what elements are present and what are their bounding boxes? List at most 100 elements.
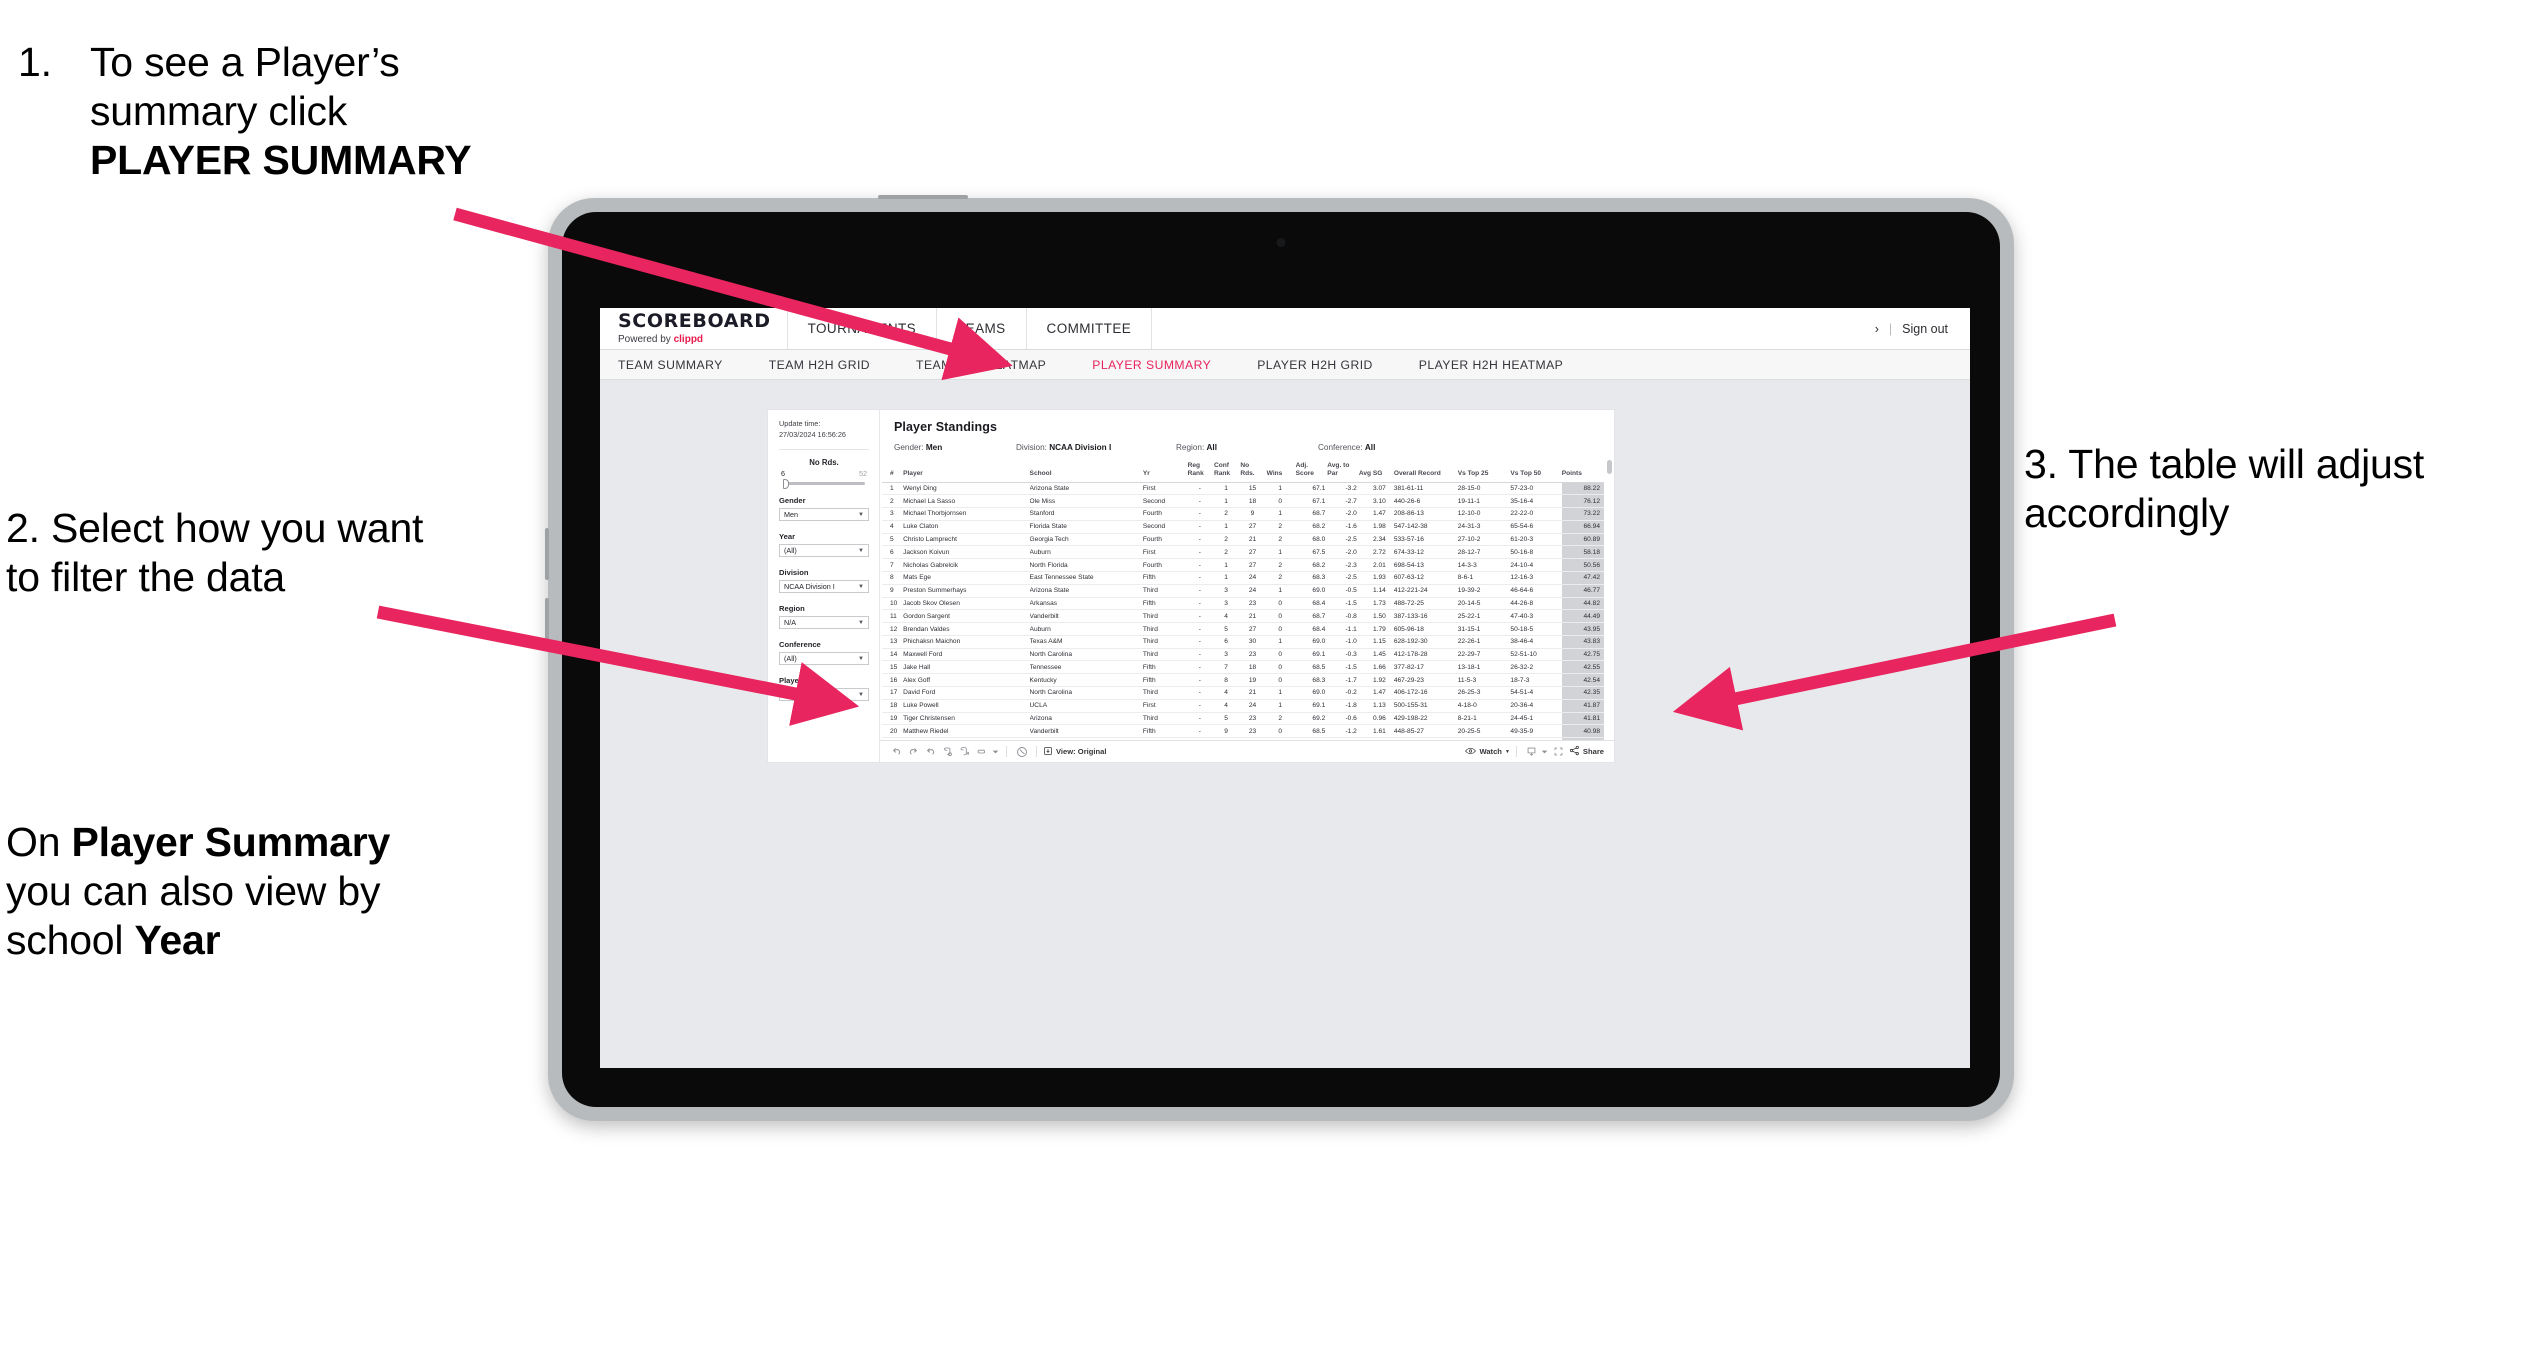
table-row[interactable]: 19 Tiger Christensen Arizona Third -5 23 2 69.2… (882, 712, 1604, 726)
annotation-step-1: 1. To see a Player’s summary click PLAYE… (18, 38, 518, 184)
col-avg-to-par[interactable]: Avg. to Par (1327, 458, 1359, 483)
division-select[interactable]: NCAA Division I ▼ (779, 580, 869, 594)
highlight-icon[interactable] (973, 743, 990, 760)
player-select[interactable]: (All) ▼ (779, 688, 869, 702)
table-row[interactable]: 4 Luke Claton Florida State Second -1 27 2 68.2… (882, 520, 1604, 534)
cell-adj-score: 69.1 (1295, 699, 1328, 713)
subnav-item-team-h2h-heatmap[interactable]: TEAM H2H HEATMAP (916, 358, 1068, 372)
share-button[interactable]: Share (1569, 745, 1604, 758)
table-row[interactable]: 17 David Ford North Carolina Third -4 21 1 69.0… (882, 686, 1604, 700)
table-row[interactable]: 13 Phichaksn Maichon Texas A&M Third -6 30 1 69… (882, 635, 1604, 649)
pause-updates-icon[interactable] (956, 743, 973, 760)
cell-overall-record: 473-177-17 (1387, 737, 1454, 740)
table-header-row: # Player School Yr Reg Rank Conf Rank No… (882, 458, 1604, 483)
fullscreen-icon[interactable] (1550, 743, 1567, 760)
meta-region-label: Region: (1176, 443, 1207, 452)
redo-icon[interactable] (905, 743, 922, 760)
cell-vs-top-50: 65-54-6 (1506, 520, 1562, 534)
table-row[interactable]: 8 Mats Ege East Tennessee State Fifth -1 24 2 6… (882, 571, 1604, 585)
table-row[interactable]: 7 Nicholas Gabrelcik North Florida Fourth -1… (882, 558, 1604, 572)
col-wins[interactable]: Wins (1266, 458, 1296, 483)
col-conf-rank[interactable]: Conf Rank (1213, 458, 1241, 483)
col-vs-top-25[interactable]: Vs Top 25 (1453, 458, 1507, 483)
view-original-button[interactable]: View: Original (1043, 746, 1107, 758)
table-row[interactable]: 5 Christo Lamprecht Georgia Tech Fourth -2 21… (882, 533, 1604, 547)
col-points[interactable]: Points (1561, 458, 1604, 483)
col-reg-rank[interactable]: Reg Rank (1187, 458, 1214, 483)
table-row[interactable]: 21Taehoon SongWashingtonFourth-623169.2-… (882, 737, 1604, 740)
brand-logo[interactable]: SCOREBOARD Powered by clippd (600, 308, 788, 349)
user-chevron-icon[interactable]: › (1875, 322, 1879, 336)
col-player[interactable]: Player (903, 458, 1030, 483)
gender-select[interactable]: Men ▼ (779, 508, 869, 522)
subnav-item-team-h2h-grid[interactable]: TEAM H2H GRID (769, 358, 892, 372)
table-row[interactable]: 15 Jake Hall Tennessee Fifth -7 18 0 68.5 -1.5 1.… (882, 660, 1604, 675)
subnav-item-team-summary[interactable]: TEAM SUMMARY (618, 358, 745, 372)
subnav-item-player-h2h-grid[interactable]: PLAYER H2H GRID (1257, 358, 1395, 372)
nav-item-tournaments[interactable]: TOURNAMENTS (788, 308, 938, 349)
table-row[interactable]: 6 Jackson Koivun Auburn First -2 27 1 67.5 -2.0 2… (882, 545, 1604, 560)
cell-adj-score: 69.1 (1295, 648, 1328, 662)
no-rounds-slider[interactable] (783, 478, 865, 489)
region-select[interactable]: N/A ▼ (779, 616, 869, 630)
cell-overall-record: 488-72-25 (1387, 597, 1454, 611)
table-row[interactable]: 16 Alex Goff Kentucky Fifth -8 19 0 68.3 -1.7 1.9… (882, 673, 1604, 688)
col-avg-sg[interactable]: Avg SG (1358, 458, 1388, 483)
cell-points: 44.49 (1561, 609, 1604, 624)
worksheet: Player Standings Gender: Men Division: N… (880, 410, 1614, 762)
cell-avg-sg: 1.13 (1358, 699, 1388, 713)
table-row[interactable]: 1 Wenyi Ding Arizona State First -1 15 1 67.1 -3… (882, 482, 1604, 496)
undo-icon[interactable] (888, 743, 905, 760)
download-dropdown-icon[interactable] (1540, 743, 1550, 760)
col-overall-record[interactable]: Overall Record (1387, 458, 1454, 483)
table-row[interactable]: 3 Michael Thorbjornsen Stanford Fourth -2 9 1 6… (882, 507, 1604, 521)
chevron-down-icon: ▼ (858, 547, 864, 554)
col-vs-top-50[interactable]: Vs Top 50 (1506, 458, 1562, 483)
cell-vs-top-25: 7-17-1 (1453, 737, 1507, 740)
download-icon[interactable] (1523, 743, 1540, 760)
table-scroll-area[interactable]: # Player School Yr Reg Rank Conf Rank No… (880, 458, 1614, 740)
no-rounds-slider-handle[interactable] (783, 478, 789, 489)
conference-select[interactable]: (All) ▼ (779, 652, 869, 666)
watch-label: Watch (1479, 747, 1502, 756)
table-row[interactable]: 9 Preston Summerhays Arizona State Third -3 2… (882, 584, 1604, 598)
table-row[interactable]: 10 Jacob Skov Olesen Arkansas Fifth -3 23 0 68.… (882, 597, 1604, 611)
table-row[interactable]: 14 Maxwell Ford North Carolina Third -3 23 0 69… (882, 648, 1604, 662)
col-rank[interactable]: # (882, 458, 904, 483)
col-school[interactable]: School (1029, 458, 1143, 483)
refresh-data-icon[interactable] (939, 743, 956, 760)
subnav-item-player-summary[interactable]: PLAYER SUMMARY (1092, 358, 1233, 372)
pause-auto-update-icon[interactable] (1013, 743, 1030, 760)
cell-vs-top-25: 31-15-1 (1453, 622, 1507, 636)
brand-subtitle-link[interactable]: clippd (674, 334, 703, 345)
cell-avg-sg: 0.96 (1358, 712, 1388, 726)
meta-region-value: All (1206, 443, 1217, 452)
table-row[interactable]: 11 Gordon Sargent Vanderbilt Third -4 21 0 68.7… (882, 609, 1604, 624)
watch-button[interactable]: Watch ▼ (1465, 746, 1510, 758)
cell-points: 42.54 (1561, 673, 1604, 688)
highlight-dropdown-icon[interactable] (990, 743, 1000, 760)
cell-vs-top-25: 14-3-3 (1453, 558, 1507, 572)
col-yr[interactable]: Yr (1142, 458, 1188, 483)
nav-item-teams[interactable]: TEAMS (937, 308, 1027, 349)
cell-vs-top-25: 27-10-2 (1453, 533, 1507, 547)
table-row[interactable]: 2 Michael La Sasso Ole Miss Second -1 18 0 67.1… (882, 494, 1604, 509)
subnav-item-player-h2h-heatmap[interactable]: PLAYER H2H HEATMAP (1419, 358, 1585, 372)
toolbar-divider-2 (1036, 746, 1037, 757)
table-row[interactable]: 18 Luke Powell UCLA First -4 24 1 69.1 -1.8 1.13 5… (882, 699, 1604, 713)
year-select[interactable]: (All) ▼ (779, 544, 869, 558)
table-row[interactable]: 12 Brendan Valdes Auburn Third -5 27 0 68.4 -1.1… (882, 622, 1604, 636)
cell-avg-sg: 1.79 (1358, 622, 1388, 636)
col-adj-score[interactable]: Adj. Score (1295, 458, 1328, 483)
cell-wins: 1 (1266, 635, 1296, 649)
vertical-scrollbar[interactable] (1607, 460, 1612, 474)
sign-out-link[interactable]: Sign out (1902, 322, 1948, 336)
revert-icon[interactable] (922, 743, 939, 760)
cell-adj-score: 68.2 (1295, 558, 1328, 572)
nav-item-committee[interactable]: COMMITTEE (1027, 308, 1153, 349)
cell-yr: Third (1142, 635, 1188, 649)
table-row[interactable]: 20 Matthew Riedel Vanderbilt Fifth -9 23 0 68.5… (882, 724, 1604, 739)
cell-points: 40.88 (1561, 737, 1604, 740)
cell-player: Nicholas Gabrelcik (903, 558, 1030, 572)
col-no-rds[interactable]: No Rds. (1240, 458, 1267, 483)
